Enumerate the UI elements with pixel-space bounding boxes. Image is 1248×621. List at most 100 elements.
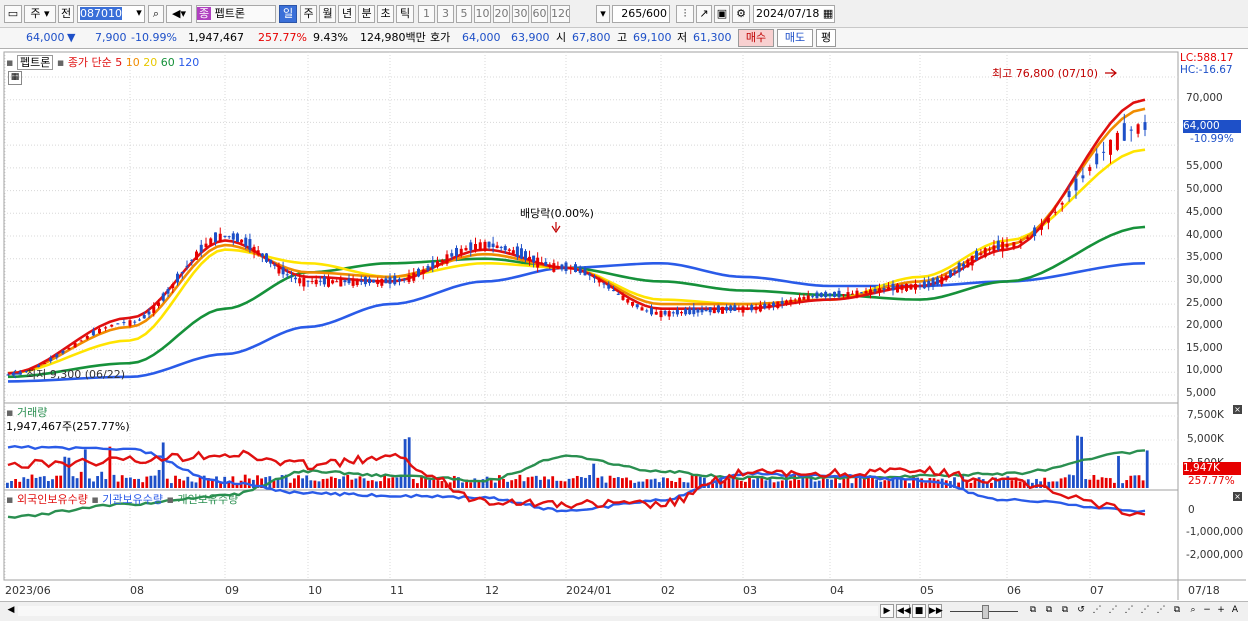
- period-tab-0[interactable]: 일: [279, 5, 297, 23]
- font-size-icon[interactable]: A: [1228, 604, 1242, 618]
- candle-body: [1053, 211, 1057, 213]
- volume-bar: [366, 480, 370, 488]
- close-panel-icon[interactable]: ×: [1233, 405, 1242, 414]
- volume-bar: [637, 481, 641, 488]
- candle-body: [110, 324, 114, 327]
- compare-icon[interactable]: ⧉: [1058, 604, 1072, 618]
- interval-button-1[interactable]: 3: [437, 5, 454, 23]
- chart-area[interactable]: ▪ 펩트론 ▪ 종가 단순 5 10 20 60 120 ▦ LC:588.17…: [0, 50, 1248, 601]
- period-tab-3[interactable]: 년: [338, 5, 356, 23]
- draw-tool-icon[interactable]: ↗: [696, 5, 712, 23]
- interval-dropdown-icon[interactable]: ▾: [596, 5, 610, 23]
- volume-bar: [1063, 477, 1067, 488]
- interval-button-6[interactable]: 60: [531, 5, 548, 23]
- price-panel-frame: [3, 51, 1179, 404]
- ma10-legend: 10: [125, 56, 140, 69]
- candle-body: [667, 311, 671, 317]
- period-tab-4[interactable]: 분: [358, 5, 375, 23]
- volume-bar: [879, 481, 883, 488]
- trend-tool-2-icon[interactable]: ⋰: [1122, 604, 1136, 618]
- period-tab-6[interactable]: 틱: [396, 5, 414, 23]
- speaker-icon[interactable]: ◀▾: [166, 5, 192, 23]
- code-dropdown-icon[interactable]: ▾: [132, 5, 146, 23]
- save-icon[interactable]: ▣: [714, 5, 730, 23]
- volume-bar: [633, 482, 637, 488]
- volume-bar: [1067, 474, 1071, 488]
- volume-bar: [370, 480, 374, 488]
- candle-body: [593, 277, 596, 279]
- period-tab-5[interactable]: 초: [377, 5, 394, 23]
- interval-button-4[interactable]: 20: [493, 5, 510, 23]
- volume-bar: [567, 478, 571, 488]
- zoom-in-icon[interactable]: +: [1214, 604, 1228, 618]
- candle-settings-icon[interactable]: ⫶: [676, 5, 694, 23]
- interval-button-0[interactable]: 1: [418, 5, 435, 23]
- stock-name-field[interactable]: 종 펩트론: [196, 5, 276, 23]
- duplicate-icon[interactable]: ⧉: [1026, 604, 1040, 618]
- candle-body: [372, 279, 376, 283]
- legend-bullet-icon: ▪: [56, 56, 65, 69]
- candle-body: [873, 289, 877, 292]
- volume-bar: [584, 477, 587, 488]
- interval-button-7[interactable]: 120: [550, 5, 570, 23]
- scroll-left-icon[interactable]: ◀: [4, 604, 18, 618]
- stock-chart-svg[interactable]: [0, 50, 1248, 601]
- candle-body: [1067, 191, 1071, 198]
- copy-icon[interactable]: ⧉: [1170, 604, 1184, 618]
- count-input[interactable]: 265/600: [612, 5, 670, 23]
- price-panel-title: 펩트론: [16, 55, 54, 70]
- fast-forward-icon[interactable]: ▶▶: [928, 604, 943, 618]
- candle-body: [692, 307, 696, 315]
- close-panel-icon[interactable]: ×: [1233, 492, 1242, 501]
- trend-tool-3-icon[interactable]: ⋰: [1138, 604, 1152, 618]
- candle-body: [979, 253, 983, 255]
- prev-button[interactable]: 전: [58, 5, 74, 23]
- candle-body: [273, 264, 277, 266]
- reset-icon[interactable]: ↺: [1074, 604, 1088, 618]
- trend-tool-icon[interactable]: ⋰: [1106, 604, 1120, 618]
- period-tab-2[interactable]: 월: [319, 5, 336, 23]
- interval-button-3[interactable]: 10: [474, 5, 491, 23]
- dividend-annotation: 배당락(0.00%): [520, 207, 594, 220]
- volume-bar: [42, 476, 46, 488]
- volume-bar: [120, 475, 124, 488]
- candle-body: [704, 309, 708, 312]
- horizontal-scrollbar[interactable]: [18, 606, 878, 616]
- avg-button[interactable]: 평: [816, 29, 836, 47]
- ma5-legend: 5: [115, 56, 123, 69]
- candle-body: [798, 297, 802, 302]
- pattern-icon[interactable]: ⋰: [1090, 604, 1104, 618]
- candle-body: [240, 239, 244, 243]
- candle-body: [548, 264, 552, 268]
- volume-bar: [604, 482, 608, 488]
- calendar-icon[interactable]: ▦: [823, 7, 833, 20]
- x-axis-label: 2024/01: [566, 584, 612, 597]
- layout-icon[interactable]: ⧉: [1042, 604, 1056, 618]
- candle-body: [966, 259, 970, 268]
- candle-body: [166, 289, 170, 294]
- volume-bar: [186, 476, 190, 488]
- sell-button[interactable]: 매도: [777, 29, 813, 47]
- interval-button-5[interactable]: 30: [512, 5, 529, 23]
- candle-body: [171, 284, 175, 289]
- table-icon[interactable]: ▦: [8, 71, 22, 85]
- trend-tool-4-icon[interactable]: ⋰: [1154, 604, 1168, 618]
- stop-icon[interactable]: ■: [912, 604, 926, 618]
- zoom-out-icon[interactable]: −: [1200, 604, 1214, 618]
- market-select[interactable]: 주 ▾: [24, 5, 56, 23]
- zoom-slider-handle[interactable]: [982, 605, 989, 619]
- period-tab-1[interactable]: 주: [300, 5, 317, 23]
- settings-gear-icon[interactable]: ⚙: [732, 5, 750, 23]
- window-menu-icon[interactable]: ▭: [4, 5, 22, 23]
- date-input[interactable]: 2024/07/18 ▦: [753, 5, 835, 23]
- buy-button[interactable]: 매수: [738, 29, 774, 47]
- candle-body: [314, 279, 318, 285]
- scroll-right-icon[interactable]: ▶: [880, 604, 894, 618]
- interval-button-2[interactable]: 5: [456, 5, 472, 23]
- rewind-icon[interactable]: ◀◀: [896, 604, 911, 618]
- zoom-magnifier-icon[interactable]: ⌕: [1186, 604, 1200, 618]
- candle-body: [388, 277, 392, 284]
- candle-body: [327, 278, 330, 287]
- search-icon[interactable]: ⌕: [148, 5, 164, 23]
- candle-body: [269, 259, 273, 264]
